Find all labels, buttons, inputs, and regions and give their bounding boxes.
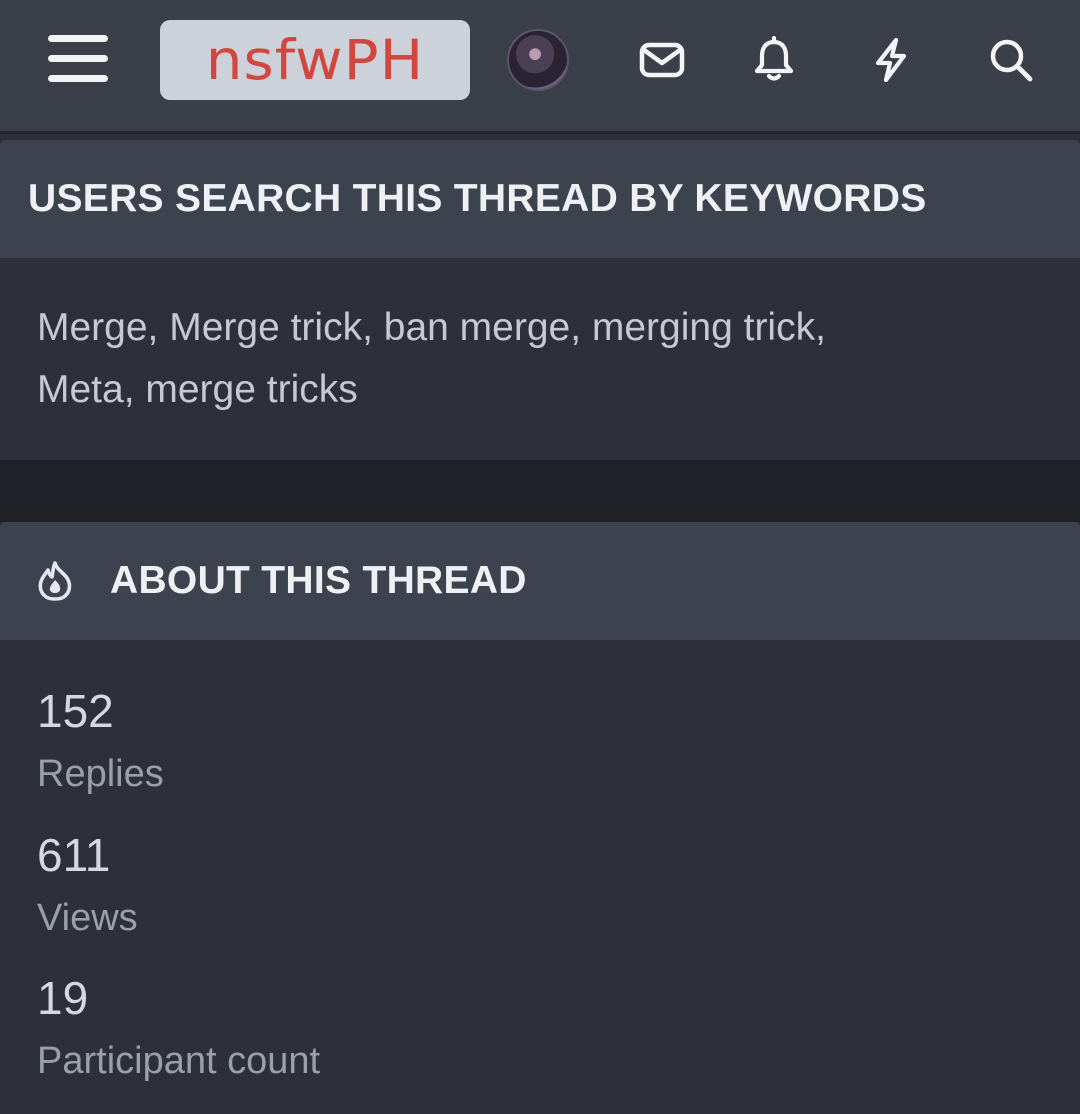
lightning-icon bbox=[875, 37, 907, 83]
views-count: 611 bbox=[37, 829, 111, 881]
keywords-line: Merge, Merge trick, ban merge, merging t… bbox=[37, 306, 826, 349]
keywords-panel-header: USERS SEARCH THIS THREAD BY KEYWORDS bbox=[0, 140, 1080, 258]
about-thread-panel: ABOUT THIS THREAD 152 Replies 611 Views … bbox=[0, 522, 1080, 1114]
participant-count: 19 bbox=[37, 972, 89, 1024]
views-label: Views bbox=[37, 897, 138, 939]
whats-new-button[interactable] bbox=[867, 36, 915, 84]
about-panel-header: ABOUT THIS THREAD bbox=[0, 522, 1080, 640]
menu-icon-bar bbox=[48, 55, 108, 62]
about-panel-title: ABOUT THIS THREAD bbox=[110, 559, 527, 602]
bell-icon bbox=[754, 35, 794, 81]
inbox-button[interactable] bbox=[638, 36, 686, 84]
menu-button[interactable] bbox=[48, 33, 108, 85]
logo-text: nsfwPH bbox=[205, 27, 425, 93]
top-navigation-bar: nsfwPH bbox=[0, 0, 1080, 134]
replies-label: Replies bbox=[37, 753, 164, 795]
menu-icon-bar bbox=[48, 35, 108, 42]
search-icon bbox=[990, 39, 1033, 82]
envelope-icon bbox=[639, 42, 685, 78]
site-logo[interactable]: nsfwPH bbox=[160, 20, 470, 100]
fire-icon bbox=[38, 561, 72, 601]
menu-icon-bar bbox=[48, 75, 108, 82]
user-avatar[interactable] bbox=[507, 29, 569, 91]
keywords-panel-title: USERS SEARCH THIS THREAD BY KEYWORDS bbox=[28, 177, 927, 220]
section-divider bbox=[0, 460, 1080, 522]
keywords-panel: USERS SEARCH THIS THREAD BY KEYWORDS Mer… bbox=[0, 140, 1080, 460]
search-button[interactable] bbox=[987, 36, 1035, 84]
participant-label: Participant count bbox=[37, 1040, 321, 1082]
keywords-list: Merge, Merge trick, ban merge, merging t… bbox=[0, 297, 863, 421]
replies-count: 152 bbox=[37, 685, 114, 737]
alerts-button[interactable] bbox=[750, 35, 798, 84]
keywords-line: Meta, merge tricks bbox=[37, 368, 358, 411]
